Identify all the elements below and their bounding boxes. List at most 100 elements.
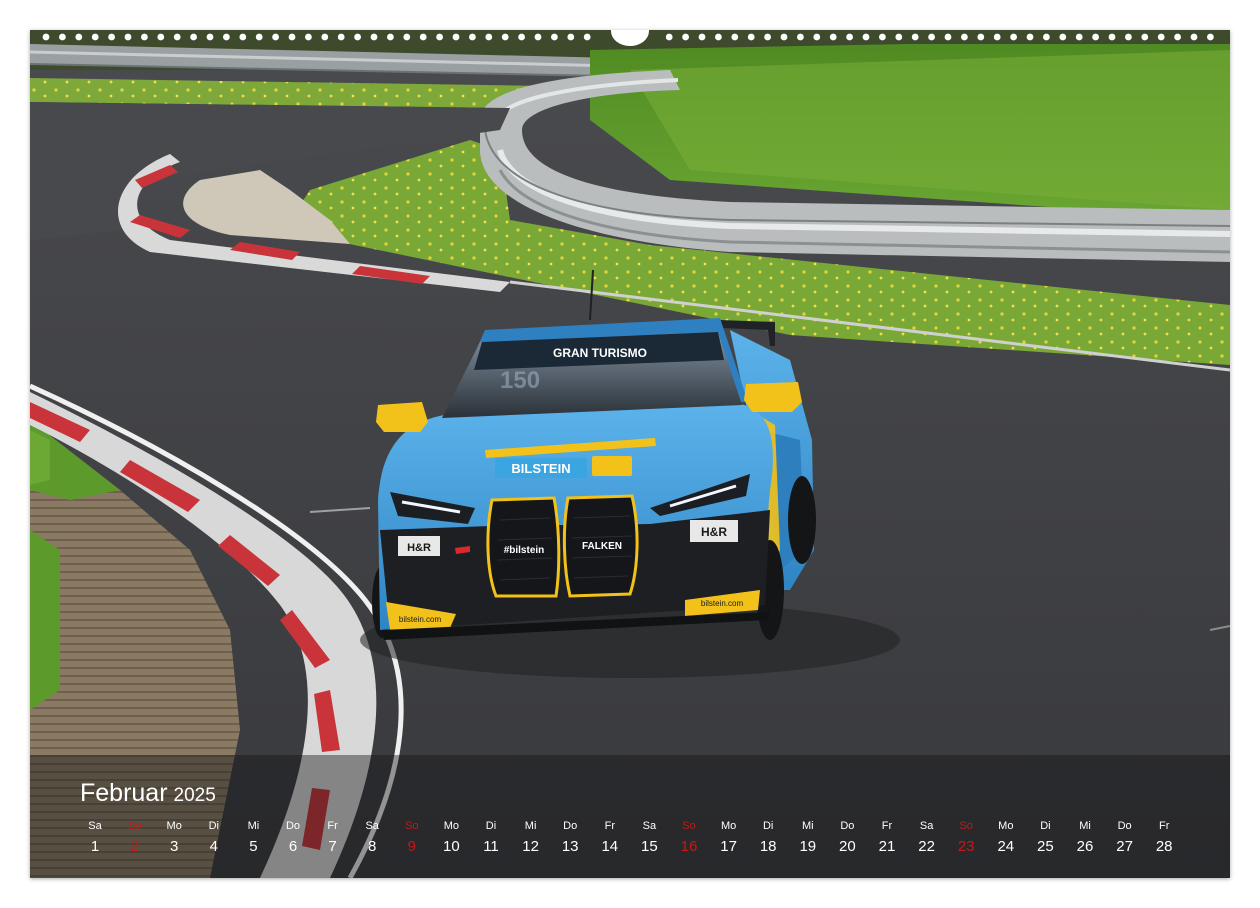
binding-hole bbox=[895, 33, 903, 41]
weekday-label: Mi bbox=[801, 820, 814, 832]
calendar-day: Fr 21 bbox=[867, 819, 907, 857]
binding-hole bbox=[337, 33, 345, 41]
weekday-label: Mi bbox=[247, 820, 260, 832]
binding-hole bbox=[567, 33, 575, 41]
binding-hole bbox=[1125, 33, 1132, 41]
day-number: 20 bbox=[839, 838, 856, 855]
binding-hole bbox=[665, 33, 673, 41]
hood-sponsor-text: BILSTEIN bbox=[511, 461, 570, 476]
weekday-label: Mo bbox=[443, 820, 460, 832]
binding-hole bbox=[1141, 33, 1149, 41]
weekday-label: Do bbox=[285, 820, 301, 832]
day-number: 24 bbox=[997, 838, 1015, 855]
binding-hole bbox=[173, 33, 181, 41]
binding-hole bbox=[223, 33, 230, 41]
binding-hole bbox=[698, 33, 706, 41]
calendar-page: GRAN TURISMO 150 BILSTEIN #bilstein FALK… bbox=[30, 30, 1230, 878]
binding-hole bbox=[846, 33, 853, 41]
windscreen-banner-text: GRAN TURISMO bbox=[553, 346, 647, 360]
day-number: 27 bbox=[1116, 838, 1133, 855]
binding-hole bbox=[829, 33, 837, 41]
day-number: 8 bbox=[368, 838, 377, 855]
day-number: 16 bbox=[680, 838, 698, 855]
weekday-label: Sa bbox=[88, 820, 102, 832]
weekday-label: Mo bbox=[720, 820, 737, 832]
binding-hole bbox=[1026, 33, 1034, 41]
calendar-day: Sa 15 bbox=[629, 819, 669, 857]
day-number: 12 bbox=[522, 838, 539, 855]
binding-hole bbox=[911, 33, 919, 41]
calendar-day-sunday: So 2 bbox=[115, 819, 155, 857]
calendar-day: Mo 17 bbox=[709, 819, 749, 857]
binding-hole bbox=[108, 33, 115, 41]
weekday-label: Fr bbox=[881, 820, 893, 832]
day-number: 11 bbox=[483, 838, 499, 855]
binding-hole bbox=[42, 33, 50, 41]
day-number: 4 bbox=[209, 838, 218, 855]
calendar-day: Sa 22 bbox=[907, 819, 947, 857]
binding-hole bbox=[1043, 33, 1050, 41]
calendar-title: Februar 2025 bbox=[80, 779, 216, 808]
weekday-label: Sa bbox=[919, 820, 934, 832]
binding-hole bbox=[157, 33, 165, 41]
binding-hole bbox=[75, 33, 83, 41]
day-number: 26 bbox=[1076, 838, 1094, 855]
calendar-day: Di 11 bbox=[471, 819, 511, 857]
day-number: 25 bbox=[1037, 838, 1054, 855]
grille-right-text: FALKEN bbox=[582, 541, 622, 552]
day-number: 23 bbox=[957, 838, 975, 855]
weekday-label: Fr bbox=[604, 820, 615, 832]
binding-hole bbox=[764, 33, 771, 41]
binding-hole bbox=[780, 33, 788, 41]
day-number: 5 bbox=[249, 838, 258, 855]
binding-hole bbox=[141, 33, 148, 41]
day-number: 22 bbox=[918, 838, 935, 855]
weekday-label: So bbox=[959, 820, 973, 832]
binding-hole bbox=[928, 33, 935, 41]
binding-hole bbox=[534, 33, 542, 41]
calendar-day: Di 4 bbox=[194, 819, 234, 857]
calendar-day: Fr 28 bbox=[1144, 819, 1184, 857]
binding-hole bbox=[977, 33, 985, 41]
calendar-day: Mi 19 bbox=[788, 819, 828, 857]
calendar-day: Fr 14 bbox=[590, 819, 630, 857]
day-number: 9 bbox=[407, 838, 416, 855]
calendar-day: Mo 10 bbox=[431, 819, 471, 857]
day-number: 15 bbox=[641, 838, 658, 855]
weekday-label: Mi bbox=[1079, 820, 1091, 832]
binding-hole bbox=[518, 33, 525, 41]
calendar-day: Sa 1 bbox=[75, 819, 115, 857]
binding-hole bbox=[190, 33, 198, 41]
weekday-label: Di bbox=[208, 820, 219, 832]
day-number: 7 bbox=[328, 838, 337, 855]
day-number: 3 bbox=[170, 838, 179, 855]
calendar-day: Mo 3 bbox=[154, 819, 194, 857]
calendar-day: Mo 24 bbox=[986, 819, 1026, 857]
binding-hole bbox=[1092, 33, 1099, 41]
binding-hole bbox=[1059, 33, 1067, 41]
binding-hole bbox=[1010, 33, 1017, 41]
calendar-day: Do 27 bbox=[1105, 819, 1145, 857]
weekday-label: Fr bbox=[1158, 820, 1170, 832]
weekday-label: So bbox=[127, 820, 142, 832]
binding-hole bbox=[1075, 33, 1083, 41]
weekday-label: Sa bbox=[365, 820, 379, 832]
binding-hole bbox=[469, 33, 476, 41]
weekday-label: Mo bbox=[998, 820, 1014, 832]
calendar-day: Mi 12 bbox=[511, 819, 551, 857]
car-number-text: 150 bbox=[500, 367, 540, 394]
binding-hole bbox=[944, 33, 952, 41]
binding-hole bbox=[305, 33, 312, 41]
binding-hole bbox=[272, 33, 279, 41]
binding-hole bbox=[993, 33, 1001, 41]
month-name: Februar bbox=[80, 779, 168, 807]
weekday-label: Mo bbox=[166, 820, 182, 832]
weekday-label: Do bbox=[840, 820, 855, 832]
day-number: 10 bbox=[443, 838, 460, 855]
binding-hole bbox=[59, 33, 66, 41]
calendar-day: Do 13 bbox=[550, 819, 590, 857]
calendar-day: Di 18 bbox=[748, 819, 788, 857]
binding-hole bbox=[436, 33, 443, 41]
calendar-day-sunday: So 9 bbox=[392, 819, 432, 857]
race-photo: GRAN TURISMO 150 BILSTEIN #bilstein FALK… bbox=[30, 30, 1230, 878]
